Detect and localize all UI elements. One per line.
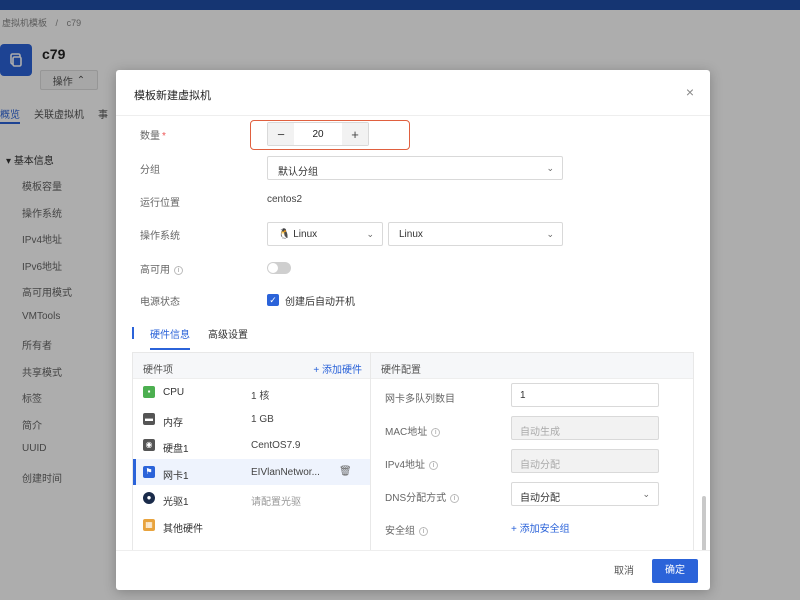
power-row: 电源状态 ✓ 创建后自动开机 — [116, 288, 710, 312]
hardware-config-title: 硬件配置 — [381, 365, 421, 376]
ipv4-row: IPv4地址 i 自动分配 — [371, 445, 693, 478]
hardware-list: 硬件项 + 添加硬件 ▪ CPU 1 核 ▬ 内存 1 GB ◉ 硬盘1 Cen… — [133, 353, 371, 550]
close-icon[interactable]: × — [686, 84, 694, 100]
info-icon: i — [429, 460, 439, 470]
hardware-item-name: 光驱1 — [163, 497, 189, 508]
dns-select[interactable]: 自动分配 ⌄ — [511, 482, 659, 506]
chevron-down-icon: ⌄ — [546, 229, 554, 239]
hardware-item-cpu[interactable]: ▪ CPU 1 核 — [133, 379, 370, 406]
hardware-item-name: 内存 — [163, 417, 183, 429]
linux-icon: 🐧 — [278, 229, 291, 240]
confirm-button[interactable]: 确定 — [652, 559, 698, 583]
hardware-item-other[interactable]: ▦ 其他硬件 — [133, 512, 370, 539]
os-type-value: Linux — [293, 229, 318, 240]
quantity-label: 数量 * — [140, 131, 166, 142]
dialog-body[interactable]: 数量* − 20 + 分组 默认分组 ⌄ 运行位置 centos2 操作系统 � — [116, 116, 710, 550]
add-hardware-button[interactable]: + 添加硬件 — [313, 361, 362, 376]
chevron-down-icon: ⌄ — [642, 489, 650, 499]
group-label: 分组 — [140, 165, 160, 176]
hardware-item-name: 硬盘1 — [163, 444, 189, 455]
dialog-scrollbar[interactable] — [702, 496, 706, 550]
info-icon: i — [431, 427, 441, 437]
auto-power-on-label[interactable]: 创建后自动开机 — [285, 293, 355, 308]
hardware-item-value: EIVlanNetwor... — [251, 466, 320, 478]
os-type-select[interactable]: 🐧 Linux ⌄ — [267, 222, 383, 246]
mac-label: MAC地址 i — [385, 423, 441, 438]
hardware-item-name: CPU — [163, 387, 185, 398]
dns-label: DNS分配方式 i — [385, 489, 460, 504]
info-icon: i — [174, 265, 183, 275]
trash-icon[interactable]: 🗑 — [339, 466, 352, 477]
nic-icon: ⚑ — [143, 465, 155, 478]
cancel-button[interactable]: 取消 — [606, 561, 642, 583]
nic-queue-row: 网卡多队列数目 1 — [371, 379, 693, 412]
hardware-item-value: 1 GB — [251, 413, 274, 425]
ha-toggle[interactable] — [267, 262, 291, 274]
hardware-item-name: 其他硬件 — [163, 523, 203, 535]
ha-row: 高可用 i — [116, 256, 710, 280]
hardware-list-title: 硬件项 — [143, 365, 173, 376]
highlight-annotation-quantity — [250, 120, 410, 150]
tab-advanced-settings[interactable]: 高级设置 — [208, 326, 248, 350]
dns-value: 自动分配 — [520, 493, 560, 504]
os-version-value: Linux — [399, 229, 423, 240]
mac-input[interactable]: 自动生成 — [511, 416, 659, 440]
hardware-config: 硬件配置 网卡多队列数目 1 MAC地址 i 自动生成 IPv4地址 i 自动分配 … — [371, 353, 693, 550]
cpu-icon: ▪ — [143, 386, 155, 398]
hardware-config-header: 硬件配置 — [371, 353, 693, 379]
cdrom-icon: ● — [143, 492, 155, 504]
disk-icon: ◉ — [143, 439, 155, 451]
quantity-row: 数量 * − 20 + — [116, 122, 710, 146]
config-tabs: 硬件信息 高级设置 — [132, 326, 248, 350]
dialog-title: 模板新建虚拟机 — [134, 90, 211, 102]
memory-icon: ▬ — [143, 412, 155, 425]
location-value: centos2 — [267, 194, 303, 205]
info-icon: i — [450, 493, 460, 503]
dns-row: DNS分配方式 i 自动分配 ⌄ — [371, 478, 693, 511]
check-icon: ✓ — [269, 295, 277, 305]
nic-queue-input[interactable]: 1 — [511, 383, 659, 407]
tab-hardware-info[interactable]: 硬件信息 — [150, 326, 190, 350]
os-label: 操作系统 — [140, 231, 180, 242]
group-value: 默认分组 — [278, 167, 318, 178]
group-row: 分组 默认分组 ⌄ — [116, 156, 710, 180]
info-icon: i — [419, 526, 428, 536]
mac-row: MAC地址 i 自动生成 — [371, 412, 693, 445]
hardware-item-value: 1 核 — [251, 391, 270, 402]
hardware-item-cdrom[interactable]: ● 光驱1 请配置光驱 — [133, 485, 370, 512]
required-mark: * — [162, 131, 166, 142]
hardware-panel: 硬件项 + 添加硬件 ▪ CPU 1 核 ▬ 内存 1 GB ◉ 硬盘1 Cen… — [132, 352, 694, 550]
hardware-item-disk[interactable]: ◉ 硬盘1 CentOS7.9 — [133, 432, 370, 459]
nic-queue-label: 网卡多队列数目 — [385, 394, 455, 405]
os-row: 操作系统 🐧 Linux ⌄ Linux ⌄ — [116, 222, 710, 246]
dialog-footer: 取消 确定 — [116, 550, 710, 590]
hardware-list-header: 硬件项 + 添加硬件 — [133, 353, 370, 379]
location-label: 运行位置 — [140, 198, 180, 209]
auto-power-on-checkbox[interactable]: ✓ — [267, 294, 279, 306]
chevron-down-icon: ⌄ — [366, 229, 374, 239]
tab-indicator — [132, 327, 134, 339]
hardware-item-value: CentOS7.9 — [251, 440, 301, 451]
hardware-item-value: 请配置光驱 — [251, 497, 301, 508]
new-vm-from-template-dialog: 模板新建虚拟机 × 数量 * − 20 + 分组 默认分组 ⌄ 运行位置 cent… — [116, 70, 710, 590]
chevron-down-icon: ⌄ — [546, 163, 554, 173]
ha-label: 高可用 i — [140, 261, 183, 276]
ipv4-label: IPv4地址 i — [385, 456, 439, 471]
toolbox-icon: ▦ — [143, 518, 155, 531]
group-select[interactable]: 默认分组 ⌄ — [267, 156, 563, 180]
os-version-select[interactable]: Linux ⌄ — [388, 222, 563, 246]
ipv4-input[interactable]: 自动分配 — [511, 449, 659, 473]
add-security-group-button[interactable]: + 添加安全组 — [511, 520, 570, 535]
power-label: 电源状态 — [140, 297, 180, 308]
location-row: 运行位置 centos2 — [116, 189, 710, 213]
security-group-label: 安全组 i — [385, 522, 428, 537]
security-group-row: 安全组 i + 添加安全组 — [371, 511, 693, 544]
hardware-item-name: 网卡1 — [163, 470, 189, 482]
hardware-item-nic[interactable]: ⚑ 网卡1 EIVlanNetwor... 🗑 — [133, 458, 370, 485]
hardware-item-memory[interactable]: ▬ 内存 1 GB — [133, 406, 370, 433]
toggle-knob — [268, 263, 278, 273]
dialog-header: 模板新建虚拟机 × — [116, 70, 710, 116]
